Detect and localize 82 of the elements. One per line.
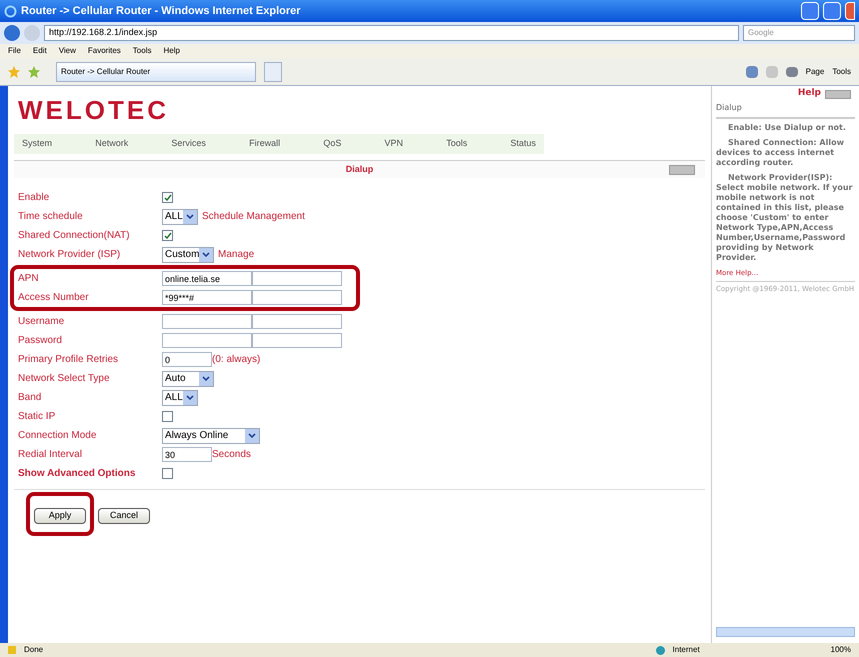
warning-icon (8, 646, 16, 654)
field-label: Primary Profile Retries (18, 353, 120, 367)
toolbar-button[interactable]: Tools (832, 66, 851, 78)
logo: WELOTEC (18, 94, 169, 126)
input-field[interactable]: *99***# (162, 290, 252, 305)
unit-label: (0: always) (212, 353, 260, 367)
nav-tab[interactable]: Status (510, 137, 536, 151)
field-label: Enable (18, 191, 50, 205)
input-field[interactable]: online.telia.se (162, 271, 252, 286)
nav-tab[interactable]: Tools (446, 137, 468, 151)
menu-item[interactable]: View (58, 45, 76, 57)
checkbox[interactable] (162, 411, 173, 422)
checkbox[interactable] (162, 468, 173, 479)
horizontal-scrollbar[interactable] (716, 627, 855, 637)
field-label: APN (18, 272, 40, 286)
dropdown[interactable]: Auto (162, 370, 214, 386)
address-field[interactable]: http://192.168.2.1/index.jsp (44, 25, 739, 41)
globe-icon (656, 646, 665, 654)
menu-item[interactable]: Tools (132, 45, 152, 57)
field-label: Connection Mode (18, 429, 98, 443)
menu-item[interactable]: File (8, 45, 21, 57)
back-button[interactable] (4, 25, 20, 41)
input-field[interactable] (252, 271, 342, 286)
field-label: Network Select Type (18, 372, 111, 386)
field-label: Band (18, 391, 42, 405)
nav-tab[interactable]: Network (95, 137, 128, 151)
window-controls-icon[interactable] (825, 90, 851, 98)
input-field[interactable] (162, 333, 252, 348)
field-label: Username (18, 315, 66, 329)
input-field[interactable]: 30 (162, 447, 212, 462)
nav-tab[interactable]: QoS (323, 137, 342, 151)
checkbox[interactable] (162, 230, 173, 241)
link[interactable]: Schedule Management (202, 209, 305, 224)
field-label: Access Number (18, 291, 90, 305)
menu-item[interactable]: Edit (32, 45, 47, 57)
input-field[interactable] (252, 290, 342, 305)
input-field[interactable]: 0 (162, 352, 212, 367)
help-title: Help (798, 87, 821, 100)
panel-title: Dialup (346, 162, 374, 176)
minimize-button[interactable] (801, 2, 819, 20)
close-button[interactable] (845, 2, 855, 20)
browser-tab[interactable]: Router -> Cellular Router (56, 62, 256, 82)
unit-label: Seconds (212, 448, 251, 462)
toolbar-button[interactable]: Page (806, 66, 824, 78)
checkbox[interactable] (162, 192, 173, 203)
input-field[interactable] (252, 333, 342, 348)
field-label: Network Provider (ISP) (18, 248, 122, 262)
nav-tab[interactable]: Firewall (249, 137, 280, 151)
help-text: Shared Connection: Allow devices to access internet according router. (716, 138, 845, 168)
zone-text: Internet (672, 644, 701, 656)
dropdown[interactable]: Custom (162, 246, 214, 262)
field-label: Show Advanced Options (18, 467, 136, 481)
field-label: Time schedule (18, 210, 84, 224)
link[interactable]: Manage (218, 247, 254, 262)
help-section-title: Dialup (716, 102, 855, 119)
dropdown[interactable]: ALL (162, 390, 198, 406)
field-label: Password (18, 334, 63, 348)
dropdown[interactable]: Always Online (162, 428, 260, 444)
menu-item[interactable]: Help (163, 45, 180, 57)
nav-tab[interactable]: System (22, 137, 52, 151)
input-field[interactable] (252, 314, 342, 329)
form-button[interactable]: Apply (34, 508, 86, 524)
nav-tab[interactable]: Services (171, 137, 206, 151)
zoom-button[interactable]: 100% (830, 644, 851, 656)
new-tab-button[interactable] (264, 62, 282, 82)
form-button[interactable]: Cancel (98, 508, 150, 524)
star-icon[interactable] (8, 66, 20, 78)
window-controls-icon[interactable] (669, 164, 695, 174)
status-text: Done (24, 644, 44, 656)
help-text: Enable: Use Dialup or not. (727, 123, 847, 133)
browser-icon (4, 4, 17, 18)
maximize-button[interactable] (823, 2, 841, 20)
field-label: Static IP (18, 410, 56, 424)
window-title: Router -> Cellular Router - Windows Internet Explorer (21, 4, 302, 19)
field-label: Redial Interval (18, 448, 83, 462)
help-text: Network Provider(ISP): Select mobile network. If your mobile network is not contained in this list, please choose 'Custom' to enter Network Type,APN,Access Number,Username,Password providing by Network Provider. (716, 173, 854, 263)
dropdown[interactable]: ALL (162, 208, 198, 224)
nav-tab[interactable]: VPN (384, 137, 404, 151)
field-label: Shared Connection(NAT) (18, 229, 131, 243)
input-field[interactable] (162, 314, 252, 329)
add-favorite-icon[interactable] (28, 66, 40, 78)
menu-item[interactable]: Favorites (88, 45, 121, 57)
